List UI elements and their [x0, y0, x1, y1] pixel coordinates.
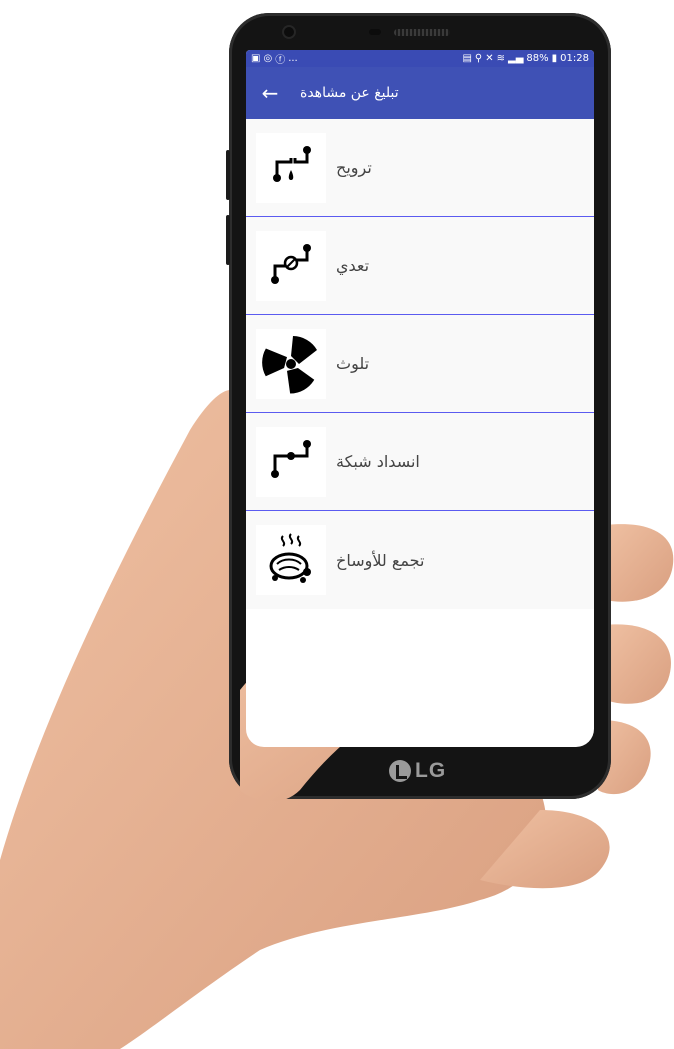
- dirt-pile-icon: [256, 525, 326, 595]
- facebook-icon: ⓕ: [275, 55, 286, 66]
- mute-icon: ✕: [485, 53, 494, 64]
- phone-screen: ▣ ◎ ⓕ ... ▤ ⚲ ✕ ≋ ▂▄ 88% ▮ 01:28 ← تبليغ…: [246, 50, 594, 747]
- brand-logo: LG: [389, 759, 446, 783]
- list-item-pollution[interactable]: تلوث: [246, 315, 594, 413]
- scene: LG ▣ ◎ ⓕ ... ▤ ⚲ ✕ ≋ ▂▄ 88% ▮ 01:28 ← تب…: [0, 0, 674, 1049]
- arrow-back-icon[interactable]: ←: [258, 81, 282, 105]
- location-icon: ◎: [263, 53, 273, 64]
- list-item-label: تلوث: [336, 354, 370, 373]
- list-item-label: انسداد شبكة: [336, 452, 420, 471]
- status-left: ▣ ◎ ⓕ ...: [251, 51, 298, 66]
- volume-down-button[interactable]: [226, 215, 230, 265]
- volume-up-button[interactable]: [226, 150, 230, 200]
- list-item-label: تجمع للأوساخ: [336, 550, 425, 570]
- wifi-icon: ≋: [496, 53, 506, 64]
- lg-logo-icon: [389, 760, 411, 782]
- list-item-venting[interactable]: ترويح: [246, 119, 594, 217]
- list-item-network-blockage[interactable]: انسداد شبكة: [246, 413, 594, 511]
- status-bar: ▣ ◎ ⓕ ... ▤ ⚲ ✕ ≋ ▂▄ 88% ▮ 01:28: [246, 50, 594, 67]
- list-item-trespass[interactable]: تعدي: [246, 217, 594, 315]
- status-right: ▤ ⚲ ✕ ≋ ▂▄ 88% ▮ 01:28: [462, 53, 589, 64]
- page-title: تبليغ عن مشاهدة: [300, 85, 399, 101]
- gps-icon: ⚲: [474, 53, 483, 64]
- gallery-icon: ▣: [251, 53, 261, 64]
- status-more: ...: [288, 53, 298, 64]
- battery-icon: ▮: [551, 53, 558, 64]
- signal-icon: ▂▄: [508, 53, 524, 64]
- battery-level: 88%: [526, 53, 549, 64]
- list-item-label: ترويح: [336, 158, 372, 177]
- pipe-block-icon: [256, 426, 326, 497]
- radiation-icon: [256, 328, 326, 399]
- brand-name: LG: [415, 759, 447, 782]
- list-item-dirt-accumulation[interactable]: تجمع للأوساخ: [246, 511, 594, 609]
- report-type-list: ترويح تعدي تلوث انسداد شبكة تجمع للأوساخ: [246, 119, 594, 609]
- app-bar: ← تبليغ عن مشاهدة: [246, 67, 594, 119]
- pipe-valve-icon: [256, 230, 326, 301]
- sim-icon: ▤: [462, 53, 472, 64]
- clock: 01:28: [560, 53, 589, 64]
- proximity-sensor: [369, 29, 381, 35]
- front-camera: [282, 25, 296, 39]
- earpiece-speaker: [394, 29, 450, 36]
- list-item-label: تعدي: [336, 256, 370, 275]
- pipe-leak-icon: [256, 132, 326, 203]
